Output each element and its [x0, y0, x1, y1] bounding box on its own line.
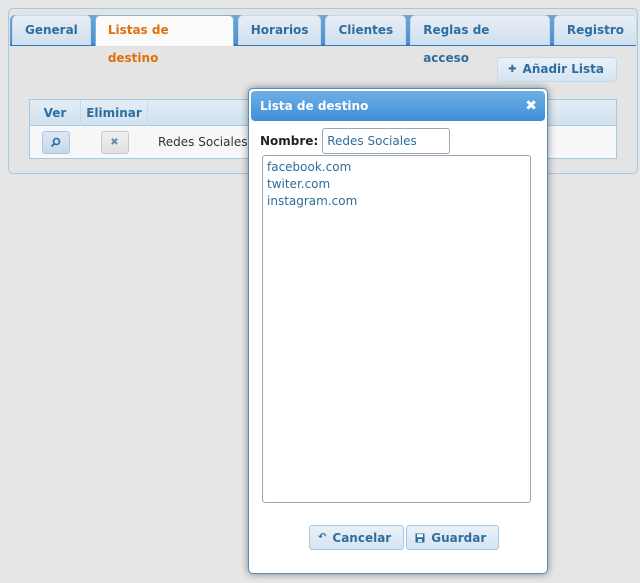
- list-item: twiter.com: [267, 177, 331, 191]
- tab-bar: General Listas de destino Horarios Clien…: [12, 15, 637, 65]
- list-item: instagram.com: [267, 194, 358, 208]
- view-button[interactable]: [41, 130, 70, 154]
- tab-general[interactable]: General: [12, 15, 91, 45]
- dialog-footer: ↶ Cancelar Guardar: [309, 525, 500, 550]
- row-name: Redes Sociales: [158, 135, 248, 149]
- disk-icon: [415, 533, 425, 542]
- tab-listas-de-destino[interactable]: Listas de destino: [94, 15, 234, 65]
- tab-reglas-de-acceso[interactable]: Reglas de acceso: [410, 15, 550, 65]
- destination-list-textarea[interactable]: facebook.com twiter.com instagram.com: [262, 155, 531, 503]
- undo-arrow-icon: ↶: [318, 532, 327, 543]
- tab-registro[interactable]: Registro: [553, 15, 637, 45]
- tab-clientes[interactable]: Clientes: [325, 15, 407, 45]
- dialog-title: Lista de destino: [260, 99, 369, 113]
- add-list-button[interactable]: ✚ Añadir Lista: [497, 57, 617, 82]
- close-icon[interactable]: ✖: [525, 91, 537, 121]
- tab-horarios[interactable]: Horarios: [237, 15, 322, 45]
- cancel-label: Cancelar: [332, 530, 392, 545]
- magnifier-icon: [50, 137, 61, 147]
- name-label: Nombre:: [260, 134, 319, 148]
- lista-de-destino-dialog: Lista de destino ✖ Nombre: facebook.com …: [248, 88, 548, 574]
- delete-button[interactable]: ✖: [100, 130, 129, 154]
- save-button[interactable]: Guardar: [406, 525, 500, 550]
- close-icon: ✖: [110, 136, 119, 148]
- dialog-titlebar[interactable]: Lista de destino ✖: [251, 91, 545, 121]
- cancel-button[interactable]: ↶ Cancelar: [309, 525, 405, 550]
- name-input[interactable]: [322, 128, 451, 154]
- save-label: Guardar: [431, 530, 487, 545]
- delete-cell: ✖: [81, 130, 148, 154]
- plus-icon: ✚: [508, 64, 517, 75]
- view-cell: [30, 130, 81, 154]
- header-eliminar: Eliminar: [81, 100, 148, 126]
- header-ver: Ver: [30, 100, 81, 126]
- list-item: facebook.com: [267, 160, 352, 174]
- add-list-label: Añadir Lista: [522, 62, 604, 76]
- name-row: Nombre:: [260, 128, 451, 154]
